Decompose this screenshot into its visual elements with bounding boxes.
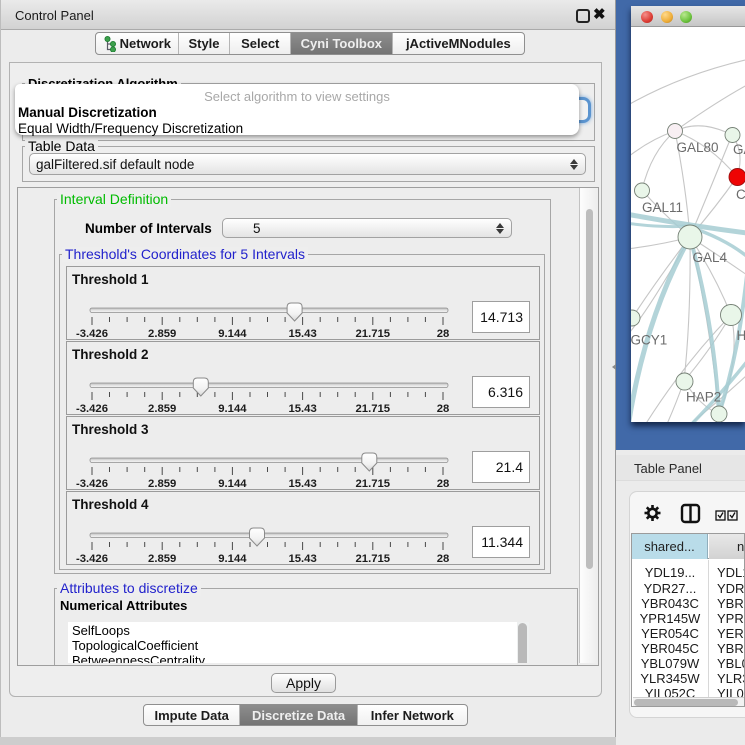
svg-text:-3.426: -3.426 [76,403,108,415]
svg-text:GCY1: GCY1 [631,333,667,348]
svg-text:21.715: 21.715 [356,553,391,565]
svg-text:H: H [737,328,745,343]
svg-text:15.43: 15.43 [288,328,316,340]
svg-text:15.43: 15.43 [288,553,316,565]
svg-text:2.859: 2.859 [148,553,176,565]
svg-text:GAL4: GAL4 [693,250,728,265]
svg-text:-3.426: -3.426 [76,328,108,340]
svg-text:-3.426: -3.426 [76,478,108,490]
svg-text:9.144: 9.144 [218,403,247,415]
svg-text:21.715: 21.715 [356,478,391,490]
svg-text:28: 28 [437,403,450,415]
svg-text:28: 28 [437,553,450,565]
svg-text:21.715: 21.715 [356,403,391,415]
svg-text:-3.426: -3.426 [76,553,108,565]
svg-text:21.715: 21.715 [356,328,391,340]
svg-text:28: 28 [437,478,450,490]
svg-text:HAP2: HAP2 [686,390,721,405]
svg-text:15.43: 15.43 [288,403,316,415]
svg-text:9.144: 9.144 [218,553,247,565]
svg-text:9.144: 9.144 [218,478,247,490]
svg-text:2.859: 2.859 [148,328,176,340]
svg-text:2.859: 2.859 [148,403,176,415]
svg-text:C: C [736,187,745,202]
svg-text:9.144: 9.144 [218,328,247,340]
svg-text:28: 28 [437,328,450,340]
svg-text:GAL80: GAL80 [677,140,719,155]
svg-text:2.859: 2.859 [148,478,176,490]
svg-text:GAL11: GAL11 [642,200,683,215]
svg-text:GA: GA [733,142,745,157]
svg-text:15.43: 15.43 [288,478,316,490]
